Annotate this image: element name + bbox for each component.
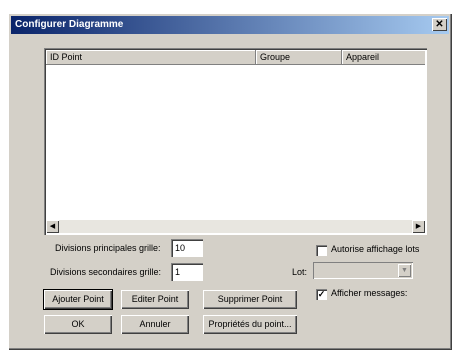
- delete-point-button[interactable]: Supprimer Point: [203, 290, 297, 309]
- window-title: Configurer Diagramme: [15, 19, 124, 30]
- add-point-button[interactable]: Ajouter Point: [43, 289, 113, 310]
- major-grid-label: Divisions principales grille:: [55, 243, 161, 253]
- column-id-point[interactable]: ID Point: [46, 50, 256, 64]
- cancel-label: Annuler: [139, 319, 171, 329]
- list-column-header: ID Point Groupe Appareil: [46, 50, 425, 65]
- points-list[interactable]: ID Point Groupe Appareil ◀ ▶: [44, 48, 427, 235]
- delete-point-label: Supprimer Point: [217, 294, 283, 304]
- allow-lots-label: Autorise affichage lots: [331, 244, 420, 254]
- allow-lots-checkbox[interactable]: [316, 245, 327, 256]
- point-properties-button[interactable]: Propriétés du point...: [203, 315, 297, 334]
- minor-grid-label: Divisions secondaires grille:: [50, 267, 162, 277]
- chevron-down-icon: ▼: [398, 264, 411, 277]
- horizontal-scrollbar[interactable]: ◀ ▶: [46, 220, 425, 233]
- configure-diagram-dialog: Configurer Diagramme ✕ ID Point Groupe A…: [8, 13, 452, 350]
- scroll-left-icon[interactable]: ◀: [46, 220, 59, 233]
- title-bar[interactable]: Configurer Diagramme ✕: [11, 16, 449, 34]
- edit-point-button[interactable]: Editer Point: [121, 290, 189, 309]
- column-groupe[interactable]: Groupe: [256, 50, 342, 64]
- cancel-button[interactable]: Annuler: [121, 315, 189, 334]
- add-point-label: Ajouter Point: [52, 294, 104, 304]
- column-appareil[interactable]: Appareil: [342, 50, 425, 64]
- lot-label: Lot:: [292, 267, 308, 277]
- ok-button[interactable]: OK: [44, 315, 112, 334]
- close-icon[interactable]: ✕: [432, 18, 447, 31]
- edit-point-label: Editer Point: [131, 294, 179, 304]
- ok-label: OK: [71, 319, 85, 329]
- major-grid-input[interactable]: 10: [171, 239, 203, 257]
- show-messages-checkbox[interactable]: ✓: [316, 289, 327, 300]
- point-properties-label: Propriétés du point...: [208, 319, 292, 329]
- lot-select: ▼: [313, 262, 413, 279]
- scroll-right-icon[interactable]: ▶: [412, 220, 425, 233]
- show-messages-label: Afficher messages:: [331, 288, 408, 298]
- minor-grid-input[interactable]: 1: [171, 263, 203, 281]
